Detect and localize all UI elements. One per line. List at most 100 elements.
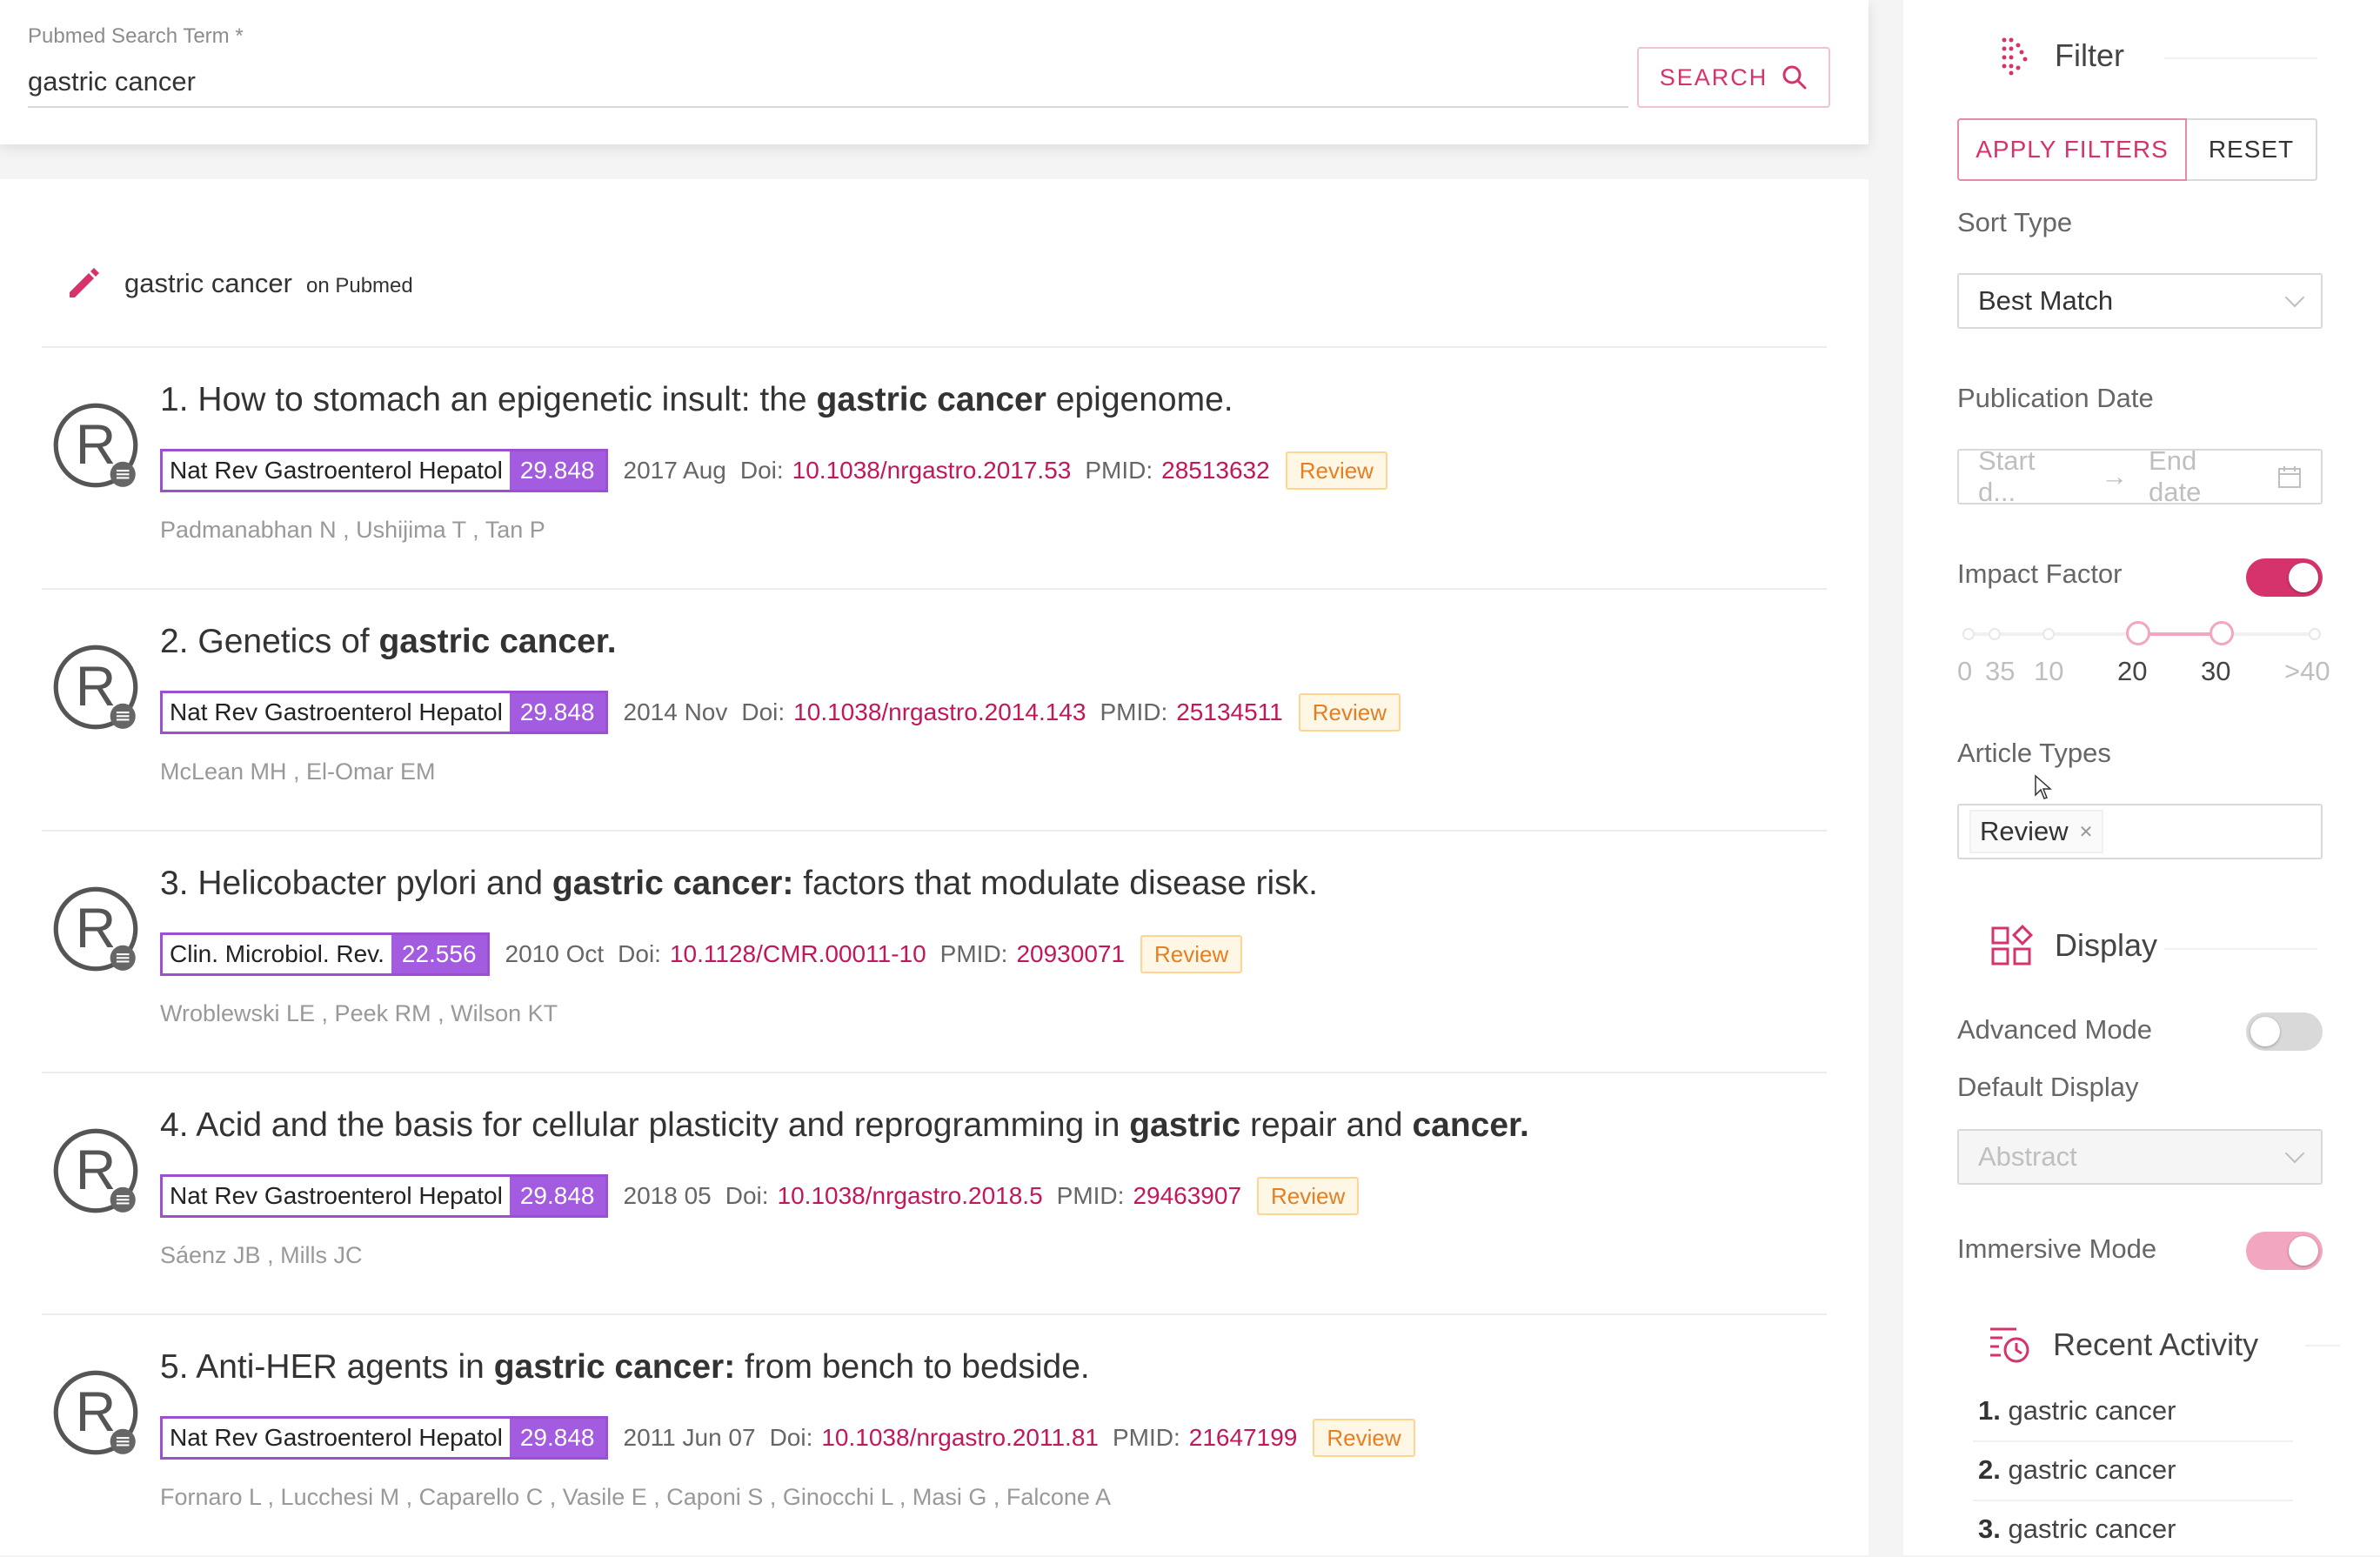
recent-item[interactable]: 2. gastric cancer (1978, 1454, 2176, 1486)
recent-item-number: 1. (1978, 1395, 2001, 1426)
article-type-tag: Review (1285, 451, 1387, 490)
apply-filters-button[interactable]: APPLY FILTERS (1957, 118, 2187, 181)
title-segment: 3. Helicobacter pylori and (160, 865, 552, 902)
pmid-link[interactable]: 25134511 (1176, 698, 1283, 726)
advanced-mode-label: Advanced Mode (1957, 1014, 2153, 1045)
article-meta: Nat Rev Gastroenterol Hepatol 29.848 2017 … (160, 449, 1387, 492)
close-icon[interactable]: ✕ (2079, 821, 2094, 843)
journal-badge[interactable]: Clin. Microbiol. Rev. 22.556 (160, 932, 490, 976)
article-type-tag: Review (1257, 1177, 1360, 1215)
article-authors: Sáenz JB , Mills JC (160, 1242, 363, 1268)
query-heading: gastric cancer on Pubmed (124, 268, 413, 299)
default-display-label: Default Display (1957, 1072, 2139, 1102)
date-range-picker[interactable]: Start d... → End date (1957, 445, 2323, 507)
search-input[interactable] (28, 57, 1628, 108)
toggle-knob (2250, 1017, 2280, 1046)
pmid-label: PMID: (1085, 457, 1153, 484)
pmid-link[interactable]: 21647199 (1189, 1424, 1298, 1452)
impact-factor-toggle[interactable] (2246, 558, 2323, 597)
reset-button[interactable]: RESET (2187, 118, 2317, 181)
article-title[interactable]: 4. Acid and the basis for cellular plast… (160, 1106, 1529, 1145)
journal-badge[interactable]: Nat Rev Gastroenterol Hepatol 29.848 (160, 1416, 608, 1460)
publication-date: 2014 Nov (623, 698, 728, 725)
journal-badge[interactable]: Nat Rev Gastroenterol Hepatol 29.848 (160, 1174, 608, 1218)
svg-text:R: R (76, 897, 117, 959)
doi-link[interactable]: 10.1038/nrgastro.2017.53 (792, 457, 1072, 484)
article-authors: Fornaro L , Lucchesi M , Caparello C , V… (160, 1484, 1111, 1510)
journal-badge[interactable]: Nat Rev Gastroenterol Hepatol 29.848 (160, 691, 608, 734)
impact-mark: 0 (1957, 656, 1973, 686)
article-authors: Wroblewski LE , Peek RM , Wilson KT (160, 1000, 558, 1026)
search-label: Pubmed Search Term * (28, 24, 244, 48)
journal-name: Clin. Microbiol. Rev. (163, 935, 391, 973)
title-segment: cancer. (1412, 1106, 1529, 1144)
chevron-down-icon (2284, 287, 2305, 308)
impact-slider-handle-min[interactable] (2126, 621, 2150, 645)
svg-text:R: R (76, 413, 117, 476)
article-title[interactable]: 3. Helicobacter pylori and gastric cance… (160, 865, 1318, 903)
toggle-knob (2289, 1236, 2318, 1266)
title-segment: from bench to bedside. (735, 1348, 1090, 1386)
article-title[interactable]: 5. Anti-HER agents in gastric cancer: fr… (160, 1348, 1090, 1387)
pmid-label: PMID: (939, 940, 1008, 967)
journal-name: Nat Rev Gastroenterol Hepatol (163, 693, 510, 732)
slider-dot (1962, 628, 1975, 640)
title-segment: 4. Acid and the basis for cellular plast… (160, 1106, 1130, 1144)
pmid-label: PMID: (1100, 698, 1168, 725)
title-segment: repair and (1240, 1106, 1413, 1144)
article-types-select[interactable]: Review ✕ (1957, 804, 2323, 859)
article-meta: Nat Rev Gastroenterol Hepatol 29.848 2014 … (160, 691, 1401, 734)
impact-mark: 30 (2201, 656, 2231, 686)
pmid-link[interactable]: 29463907 (1133, 1182, 1241, 1210)
display-title: Display (2055, 927, 2158, 963)
article-meta: Nat Rev Gastroenterol Hepatol 29.848 2011 … (160, 1416, 1415, 1460)
immersive-mode-label: Immersive Mode (1957, 1233, 2157, 1264)
selected-tag: Review ✕ (1969, 810, 2104, 853)
advanced-mode-toggle[interactable] (2246, 1012, 2323, 1051)
recent-activity-title: Recent Activity (2053, 1326, 2259, 1362)
search-button[interactable]: SEARCH (1637, 47, 1830, 108)
article-avatar-icon: R (53, 645, 138, 730)
search-card: Pubmed Search Term * SEARCH (0, 0, 1869, 144)
article-type-tag: Review (1298, 693, 1401, 732)
impact-slider-handle-max[interactable] (2210, 621, 2234, 645)
title-segment: epigenome. (1046, 381, 1233, 418)
publication-date: 2010 Oct (505, 940, 605, 967)
doi-link[interactable]: 10.1038/nrgastro.2014.143 (793, 698, 1086, 726)
search-button-label: SEARCH (1659, 63, 1768, 90)
query-term: gastric cancer (124, 268, 292, 298)
immersive-mode-toggle[interactable] (2246, 1232, 2323, 1270)
doi-link[interactable]: 10.1038/nrgastro.2018.5 (778, 1182, 1043, 1210)
doi-label: Doi: (739, 457, 784, 484)
recent-item-number: 3. (1978, 1514, 2001, 1544)
default-display-select[interactable]: Abstract (1957, 1129, 2323, 1185)
doi-link[interactable]: 10.1128/CMR.00011-10 (670, 940, 926, 968)
pmid-link[interactable]: 20930071 (1016, 940, 1125, 968)
pmid-link[interactable]: 28513632 (1161, 457, 1270, 484)
doi-link[interactable]: 10.1038/nrgastro.2011.81 (821, 1424, 1099, 1452)
article-avatar-icon: R (53, 1128, 138, 1213)
recent-item[interactable]: 3. gastric cancer (1978, 1514, 2176, 1545)
results-panel: gastric cancer on Pubmed R 1. How to stom… (0, 179, 1869, 1555)
doi-label: Doi: (618, 940, 661, 967)
slider-dot (2309, 628, 2321, 640)
calendar-icon (2278, 466, 2302, 488)
mouse-cursor-icon (2035, 774, 2052, 799)
article-title[interactable]: 2. Genetics of gastric cancer. (160, 623, 617, 661)
sort-type-value: Best Match (1978, 285, 2114, 316)
title-segment: 5. Anti-HER agents in (160, 1348, 494, 1386)
article-title[interactable]: 1. How to stomach an epigenetic insult: … (160, 381, 1233, 419)
journal-badge[interactable]: Nat Rev Gastroenterol Hepatol 29.848 (160, 449, 608, 492)
display-header: Display (1990, 924, 2157, 967)
title-segment: gastric cancer: (552, 865, 794, 902)
impact-mark: >40 (2284, 656, 2330, 686)
pencil-icon[interactable] (64, 263, 103, 301)
publication-date-label: Publication Date (1957, 383, 2154, 413)
recent-item[interactable]: 1. gastric cancer (1978, 1395, 2176, 1427)
article-item: R 1. How to stomach an epigenetic insult:… (42, 348, 1827, 590)
start-date-input[interactable]: Start d... (1978, 445, 2080, 508)
impact-factor-value: 29.848 (509, 1177, 605, 1215)
sort-type-select[interactable]: Best Match (1957, 273, 2323, 329)
end-date-input[interactable]: End date (2149, 445, 2256, 508)
impact-factor-value: 22.556 (391, 935, 487, 973)
